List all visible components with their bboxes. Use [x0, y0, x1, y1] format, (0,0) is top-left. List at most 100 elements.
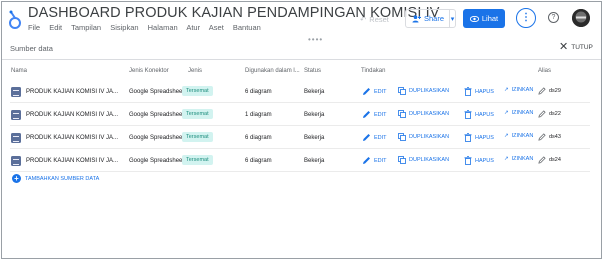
alias-value: ds24 [549, 157, 561, 163]
edit-button[interactable]: EDIT [362, 156, 387, 165]
more-options-icon[interactable]: ⋮ [516, 8, 536, 28]
delete-button[interactable]: HAPUS [464, 133, 494, 142]
pencil-icon [538, 110, 546, 118]
help-icon[interactable]: ? [548, 12, 559, 23]
top-header: DASHBOARD PRODUK KAJIAN PENDAMPINGAN KOM… [2, 2, 601, 35]
edit-label: EDIT [374, 134, 387, 141]
duplicate-label: DUPLIKASIKAN [409, 88, 450, 94]
share-arrow-icon: ↗ [504, 133, 509, 139]
share-button[interactable]: Share ▾ [405, 9, 456, 28]
alias-field[interactable]: ds43 [538, 133, 561, 141]
menu-file[interactable]: File [28, 23, 40, 32]
plus-icon: + [12, 174, 21, 183]
row-connector: Google Spreadsheet [129, 89, 185, 95]
duplicate-button[interactable]: DUPLIKASIKAN [398, 156, 449, 164]
row-divider [10, 102, 590, 103]
duplicate-button[interactable]: DUPLIKASIKAN [398, 133, 449, 141]
reset-label: Reset [369, 15, 389, 24]
delete-button[interactable]: HAPUS [464, 156, 494, 165]
row-usage[interactable]: 6 diagram [245, 158, 272, 164]
drag-handle-icon[interactable]: •••• [308, 35, 323, 44]
close-label: TUTUP [571, 43, 593, 51]
row-usage[interactable]: 6 diagram [245, 135, 272, 141]
status-badge: Tersemat [182, 109, 213, 119]
row-name[interactable]: PRODUK KAJIAN KOMISI IV JA... [26, 135, 118, 141]
delete-button[interactable]: HAPUS [464, 110, 494, 119]
pencil-icon [538, 87, 546, 95]
menu-edit[interactable]: Edit [49, 23, 62, 32]
menu-page[interactable]: Halaman [148, 23, 178, 32]
permissions-button[interactable]: ↗ IZINKAN [504, 156, 533, 162]
menu-help[interactable]: Bantuan [233, 23, 261, 32]
alias-field[interactable]: ds22 [538, 110, 561, 118]
duplicate-button[interactable]: DUPLIKASIKAN [398, 87, 449, 95]
alias-value: ds22 [549, 111, 561, 117]
permissions-button[interactable]: ↗ IZINKAN [504, 133, 533, 139]
share-arrow-icon: ↗ [504, 110, 509, 116]
add-data-source-label: TAMBAHKAN SUMBER DATA [25, 175, 100, 182]
share-arrow-icon: ↗ [504, 156, 509, 162]
copy-icon [398, 87, 406, 95]
table-row[interactable]: PRODUK KAJIAN KOMISI IV JA... Google Spr… [2, 151, 601, 171]
pencil-icon [363, 111, 370, 118]
column-header-connector[interactable]: Jenis Konektor [129, 68, 169, 74]
row-divider [10, 125, 590, 126]
menu-arrange[interactable]: Atur [186, 23, 200, 32]
duplicate-label: DUPLIKASIKAN [409, 134, 450, 140]
column-header-type[interactable]: Jenis [188, 68, 202, 74]
close-icon: ✕ [559, 41, 569, 53]
table-row[interactable]: PRODUK KAJIAN KOMISI IV JA... Google Spr… [2, 128, 601, 148]
alias-value: ds43 [549, 134, 561, 140]
table-row[interactable]: PRODUK KAJIAN KOMISI IV JA... Google Spr… [2, 105, 601, 125]
copy-icon [398, 156, 406, 164]
row-connector: Google Spreadsheet [129, 135, 185, 141]
column-header-usage[interactable]: Digunakan dalam l... [245, 68, 300, 74]
row-usage[interactable]: 1 diagram [245, 112, 272, 118]
data-source-icon [11, 133, 21, 143]
pencil-icon [538, 133, 546, 141]
column-header-name[interactable]: Nama [11, 68, 27, 74]
duplicate-label: DUPLIKASIKAN [409, 157, 450, 163]
edit-button[interactable]: EDIT [362, 133, 387, 142]
menu-resource[interactable]: Aset [209, 23, 224, 32]
pencil-icon [538, 156, 546, 164]
row-name[interactable]: PRODUK KAJIAN KOMISI IV JA... [26, 158, 118, 164]
permissions-label: IZINKAN [511, 133, 534, 139]
trash-icon [464, 133, 472, 142]
edit-button[interactable]: EDIT [362, 87, 387, 96]
permissions-label: IZINKAN [511, 156, 534, 162]
avatar[interactable] [572, 9, 590, 27]
add-data-source-button[interactable]: + TAMBAHKAN SUMBER DATA [12, 174, 99, 183]
eye-icon [469, 15, 479, 22]
row-name[interactable]: PRODUK KAJIAN KOMISI IV JA... [26, 89, 118, 95]
edit-label: EDIT [374, 111, 387, 118]
view-label: Lihat [481, 14, 499, 23]
share-dropdown-icon[interactable]: ▾ [450, 15, 455, 23]
menu-insert[interactable]: Sisipkan [110, 23, 138, 32]
view-button[interactable]: Lihat [463, 9, 505, 28]
permissions-button[interactable]: ↗ IZINKAN [504, 87, 533, 93]
close-button[interactable]: ✕ TUTUP [559, 41, 593, 53]
alias-field[interactable]: ds29 [538, 87, 561, 95]
edit-button[interactable]: EDIT [362, 110, 387, 119]
menu-view[interactable]: Tampilan [71, 23, 101, 32]
table-row[interactable]: PRODUK KAJIAN KOMISI IV JA... Google Spr… [2, 82, 601, 102]
alias-field[interactable]: ds24 [538, 156, 561, 164]
pencil-icon [363, 134, 370, 141]
permissions-label: IZINKAN [511, 87, 534, 93]
delete-label: HAPUS [475, 134, 494, 141]
reset-button[interactable]: ↶ Reset [360, 15, 389, 24]
permissions-button[interactable]: ↗ IZINKAN [504, 110, 533, 116]
data-source-icon [11, 87, 21, 97]
column-header-status[interactable]: Status [304, 68, 321, 74]
column-header-alias[interactable]: Alias [538, 68, 551, 74]
row-status: Bekerja [304, 135, 325, 141]
permissions-label: IZINKAN [511, 110, 534, 116]
row-usage[interactable]: 6 diagram [245, 89, 272, 95]
delete-label: HAPUS [475, 88, 494, 95]
row-name[interactable]: PRODUK KAJIAN KOMISI IV JA... [26, 112, 118, 118]
duplicate-button[interactable]: DUPLIKASIKAN [398, 110, 449, 118]
column-header-actions: Tindakan [361, 68, 386, 74]
copy-icon [398, 133, 406, 141]
delete-button[interactable]: HAPUS [464, 87, 494, 96]
